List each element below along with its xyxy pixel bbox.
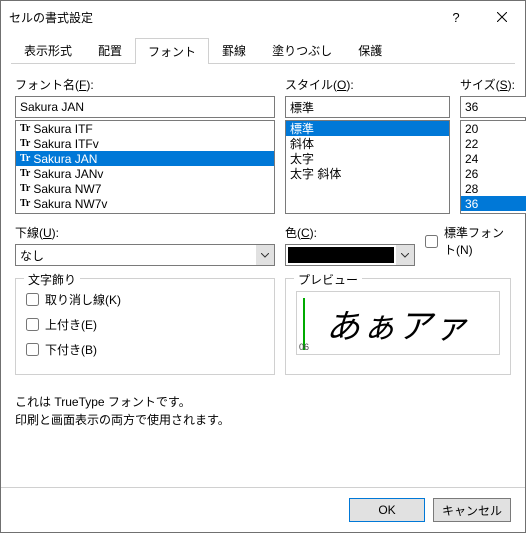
font-list-item[interactable]: TrSakura NW7v	[16, 196, 274, 211]
font-name-input[interactable]	[15, 96, 275, 118]
preview-group-title: プレビュー	[294, 271, 362, 288]
standard-font-label: 標準フォント(N)	[444, 224, 511, 258]
underline-combo[interactable]: なし	[15, 244, 275, 266]
help-button[interactable]: ?	[433, 1, 479, 33]
truetype-icon: Tr	[20, 198, 30, 209]
close-button[interactable]	[479, 1, 525, 33]
info-text: これは TrueType フォントです。 印刷と画面表示の両方で使用されます。	[15, 393, 511, 429]
titlebar-title: セルの書式設定	[9, 9, 433, 26]
font-size-listbox[interactable]: 20 22 24 26 28 36	[460, 120, 526, 214]
tab-border[interactable]: 罫線	[209, 37, 259, 63]
color-combo[interactable]	[285, 244, 415, 266]
font-list-item[interactable]: TrSakura ITF	[16, 121, 274, 136]
font-list-item[interactable]: TrSakura JANv	[16, 166, 274, 181]
font-list-item[interactable]: TrSakura JAN	[16, 151, 274, 166]
size-list-item[interactable]: 22	[461, 136, 526, 151]
style-list-item[interactable]: 太字	[286, 151, 449, 166]
truetype-icon: Tr	[20, 183, 30, 194]
cancel-button[interactable]: キャンセル	[433, 498, 511, 522]
style-list-item[interactable]: 斜体	[286, 136, 449, 151]
subscript-checkbox[interactable]: 下付き(B)	[26, 341, 264, 358]
superscript-input[interactable]	[26, 318, 39, 331]
strikethrough-checkbox[interactable]: 取り消し線(K)	[26, 291, 264, 308]
font-size-label: サイズ(S):	[460, 76, 526, 93]
style-list-item[interactable]: 標準	[286, 121, 449, 136]
superscript-checkbox[interactable]: 上付き(E)	[26, 316, 264, 333]
truetype-icon: Tr	[20, 138, 30, 149]
tab-alignment[interactable]: 配置	[85, 37, 135, 63]
truetype-icon: Tr	[20, 168, 30, 179]
truetype-icon: Tr	[20, 153, 30, 164]
tab-protection[interactable]: 保護	[345, 37, 395, 63]
chevron-down-icon[interactable]	[396, 245, 414, 265]
ok-button[interactable]: OK	[349, 498, 425, 522]
font-name-label: フォント名(F):	[15, 76, 275, 93]
tab-fill[interactable]: 塗りつぶし	[259, 37, 345, 63]
info-line-2: 印刷と画面表示の両方で使用されます。	[15, 411, 511, 429]
tab-font[interactable]: フォント	[135, 38, 209, 64]
titlebar: セルの書式設定 ?	[1, 1, 525, 33]
font-style-label: スタイル(O):	[285, 76, 450, 93]
size-list-item[interactable]: 24	[461, 151, 526, 166]
tab-number-format[interactable]: 表示形式	[11, 37, 85, 63]
truetype-icon: Tr	[20, 123, 30, 134]
font-list-item[interactable]: TrSakura NW7	[16, 181, 274, 196]
dialog-window: セルの書式設定 ? 表示形式 配置 フォント 罫線 塗りつぶし 保護 フォント名…	[0, 0, 526, 533]
font-style-listbox[interactable]: 標準 斜体 太字 太字 斜体	[285, 120, 450, 214]
preview-sample-text: あぁアァ	[326, 299, 470, 348]
style-list-item[interactable]: 太字 斜体	[286, 166, 449, 181]
content-area: フォント名(F): TrSakura ITF TrSakura ITFv TrS…	[1, 64, 525, 487]
preview-badge: 06	[299, 342, 309, 352]
tab-strip: 表示形式 配置 フォント 罫線 塗りつぶし 保護	[11, 37, 515, 64]
color-swatch	[288, 247, 394, 263]
underline-value: なし	[16, 245, 256, 265]
decoration-group-title: 文字飾り	[24, 271, 80, 288]
info-line-1: これは TrueType フォントです。	[15, 393, 511, 411]
size-list-item[interactable]: 20	[461, 121, 526, 136]
strikethrough-input[interactable]	[26, 293, 39, 306]
standard-font-checkbox[interactable]: 標準フォント(N)	[425, 224, 511, 258]
standard-font-input[interactable]	[425, 235, 438, 248]
chevron-down-icon[interactable]	[256, 245, 274, 265]
size-list-item[interactable]: 36	[461, 196, 526, 211]
font-size-input[interactable]	[460, 96, 526, 118]
size-list-item[interactable]: 26	[461, 166, 526, 181]
preview-group: プレビュー 06 あぁアァ	[285, 278, 511, 375]
color-label: 色(C):	[285, 224, 415, 241]
preview-box: 06 あぁアァ	[296, 291, 500, 355]
font-name-listbox[interactable]: TrSakura ITF TrSakura ITFv TrSakura JAN …	[15, 120, 275, 214]
subscript-input[interactable]	[26, 343, 39, 356]
size-list-item[interactable]: 28	[461, 181, 526, 196]
dialog-buttons: OK キャンセル	[1, 487, 525, 532]
underline-label: 下線(U):	[15, 224, 275, 241]
text-decoration-group: 文字飾り 取り消し線(K) 上付き(E) 下付き(B)	[15, 278, 275, 375]
font-style-input[interactable]	[285, 96, 450, 118]
font-list-item[interactable]: TrSakura ITFv	[16, 136, 274, 151]
